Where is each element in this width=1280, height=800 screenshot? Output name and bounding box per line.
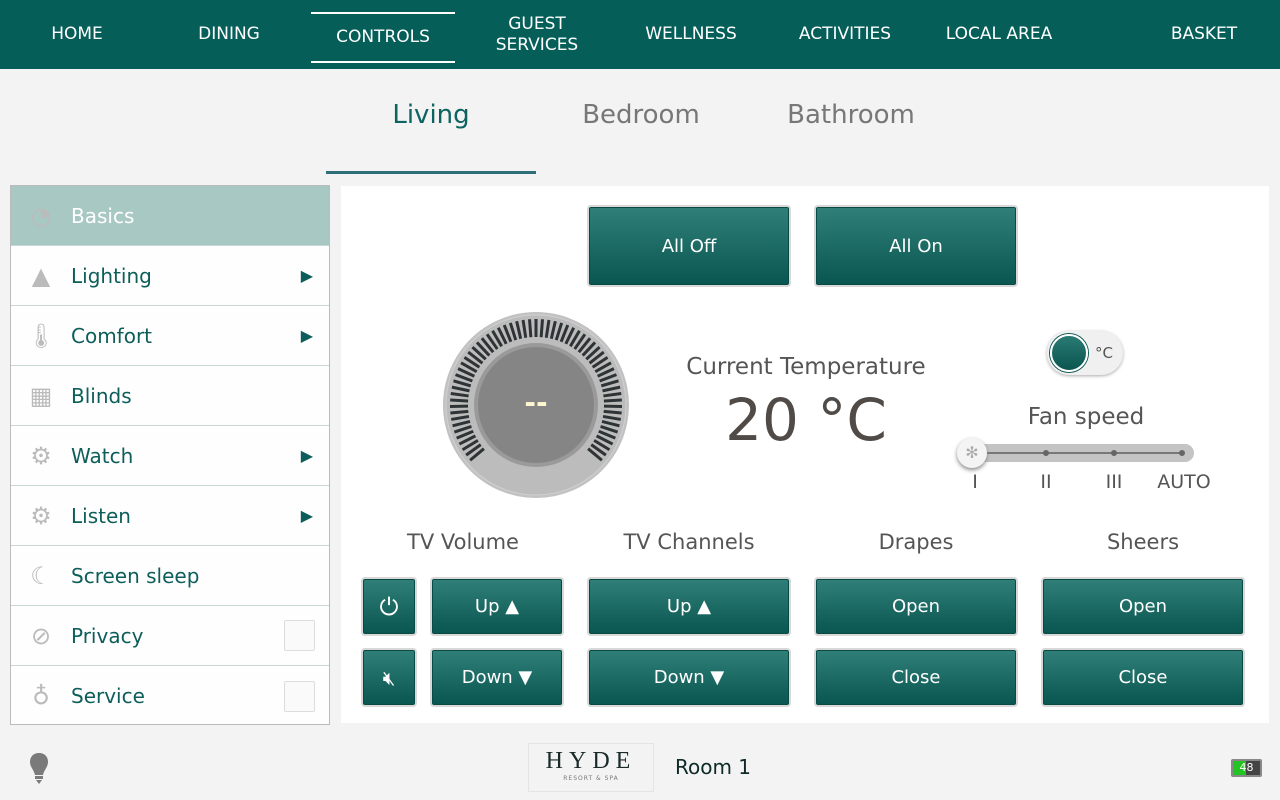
fan-speed-slider[interactable]: ✻ — [957, 438, 1194, 468]
sidebar-item-label: Lighting — [71, 263, 152, 288]
nav-basket[interactable]: BASKET — [1132, 0, 1276, 69]
room-name: Room 1 — [675, 755, 752, 779]
battery-indicator: 48 — [1231, 759, 1262, 777]
tv-volume-label: TV Volume — [407, 530, 519, 554]
gauge-icon: ◔ — [30, 201, 52, 230]
drapes-close-button[interactable]: Close — [816, 650, 1016, 705]
volume-up-button[interactable]: Up ▲ — [432, 579, 562, 634]
fan-slider-handle[interactable]: ✻ — [957, 438, 987, 468]
drapes-open-button[interactable]: Open — [816, 579, 1016, 634]
nav-activities[interactable]: ACTIVITIES — [773, 0, 917, 69]
dial-tick — [450, 409, 469, 415]
sheers-close-button[interactable]: Close — [1043, 650, 1243, 705]
dial-tick — [450, 398, 469, 403]
sidebar-item-label: Screen sleep — [71, 563, 200, 588]
gear-icon: ⚙ — [30, 501, 52, 530]
sheers-label: Sheers — [1106, 530, 1180, 554]
sidebar-item-screen-sleep[interactable]: ☾ Screen sleep — [11, 546, 329, 606]
vacuum-icon: ♁ — [32, 682, 50, 710]
dial-tick — [539, 319, 544, 338]
no-entry-icon: ⊘ — [30, 621, 52, 650]
tv-power-button[interactable]: ⏻ — [363, 579, 415, 634]
sidebar-item-watch[interactable]: ⚙ Watch ▶ — [11, 426, 329, 486]
sidebar-item-label: Comfort — [71, 323, 153, 348]
dial-value: -- — [524, 386, 547, 419]
chevron-right-icon: ▶ — [300, 266, 313, 285]
volume-down-button[interactable]: Down ▼ — [432, 650, 562, 705]
tv-channels-label: TV Channels — [623, 530, 755, 554]
sidebar-item-comfort[interactable]: 🌡︎ Comfort ▶ — [11, 306, 329, 366]
fan-speed-label: Fan speed — [1027, 404, 1145, 430]
sidebar-item-label: Listen — [71, 503, 131, 528]
thermostat-dial[interactable]: -- — [441, 311, 631, 501]
sidebar-item-label: Privacy — [71, 623, 144, 648]
all-on-button[interactable]: All On — [816, 207, 1016, 285]
sidebar-item-lighting[interactable]: ▲ Lighting ▶ — [11, 246, 329, 306]
tab-bedroom[interactable]: Bedroom — [536, 100, 746, 174]
nav-home[interactable]: HOME — [5, 0, 149, 69]
fan-tick-3: III — [1105, 471, 1123, 493]
mute-icon: 🔇︎ — [382, 665, 396, 690]
sidebar-item-blinds[interactable]: ▦ Blinds — [11, 366, 329, 426]
fan-tick-auto: AUTO — [1157, 471, 1211, 493]
sidebar-item-privacy[interactable]: ⊘ Privacy — [11, 606, 329, 666]
lamp-icon: ▲ — [31, 261, 51, 290]
toggle-knob — [1050, 334, 1088, 372]
channel-up-button[interactable]: Up ▲ — [589, 579, 789, 634]
sidebar-item-label: Basics — [71, 203, 135, 228]
lightbulb-icon[interactable] — [28, 752, 50, 784]
top-nav: HOME DINING CONTROLS GUEST SERVICES WELL… — [0, 0, 1280, 69]
dial-tick — [528, 319, 533, 338]
control-panel: All Off All On -- Current Temperature 20… — [341, 186, 1269, 723]
drapes-label: Drapes — [878, 530, 954, 554]
gear-icon: ⚙ — [30, 441, 52, 470]
nav-local-area[interactable]: LOCAL AREA — [927, 0, 1071, 69]
current-temp-value: 20 °C — [725, 386, 887, 454]
sidebar-item-label: Blinds — [71, 383, 132, 408]
sidebar-item-label: Service — [71, 684, 145, 708]
sheers-open-button[interactable]: Open — [1043, 579, 1243, 634]
all-off-button[interactable]: All Off — [589, 207, 789, 285]
fan-tick-1: I — [972, 471, 978, 493]
dial-tick — [603, 398, 622, 403]
unit-label: °C — [1095, 344, 1113, 362]
nav-guest-services[interactable]: GUEST SERVICES — [477, 0, 597, 69]
sidebar-item-label: Watch — [71, 443, 134, 468]
dial-tick — [603, 409, 622, 415]
current-temp-label: Current Temperature — [686, 354, 926, 380]
nav-controls[interactable]: CONTROLS — [311, 12, 455, 63]
channel-down-button[interactable]: Down ▼ — [589, 650, 789, 705]
sidebar-item-basics[interactable]: ◔ Basics — [11, 186, 329, 246]
unit-toggle[interactable]: °C — [1047, 331, 1123, 375]
tv-mute-button[interactable]: 🔇︎ — [363, 650, 415, 705]
checkbox[interactable] — [284, 680, 315, 712]
sidebar-item-listen[interactable]: ⚙ Listen ▶ — [11, 486, 329, 546]
thermometer-icon: 🌡︎ — [25, 321, 57, 350]
tab-living[interactable]: Living — [326, 100, 536, 174]
sidebar: ◔ Basics ▲ Lighting ▶ 🌡︎ Comfort ▶ ▦ Blinds ⚙ Watch… — [10, 185, 330, 725]
hyde-logo: HYDE RESORT & SPA — [528, 743, 654, 792]
nav-wellness[interactable]: WELLNESS — [619, 0, 763, 69]
chevron-right-icon: ▶ — [300, 446, 313, 465]
tab-bathroom[interactable]: Bathroom — [746, 100, 956, 174]
checkbox[interactable] — [284, 620, 315, 651]
chevron-right-icon: ▶ — [300, 326, 313, 345]
window-icon: ▦ — [29, 381, 53, 410]
fan-tick-2: II — [1040, 471, 1052, 493]
nav-dining[interactable]: DINING — [157, 0, 301, 69]
sidebar-item-service[interactable]: ♁ Service — [11, 666, 329, 726]
chevron-right-icon: ▶ — [300, 506, 313, 525]
moon-icon: ☾ — [30, 561, 52, 590]
power-icon: ⏻ — [379, 592, 399, 621]
